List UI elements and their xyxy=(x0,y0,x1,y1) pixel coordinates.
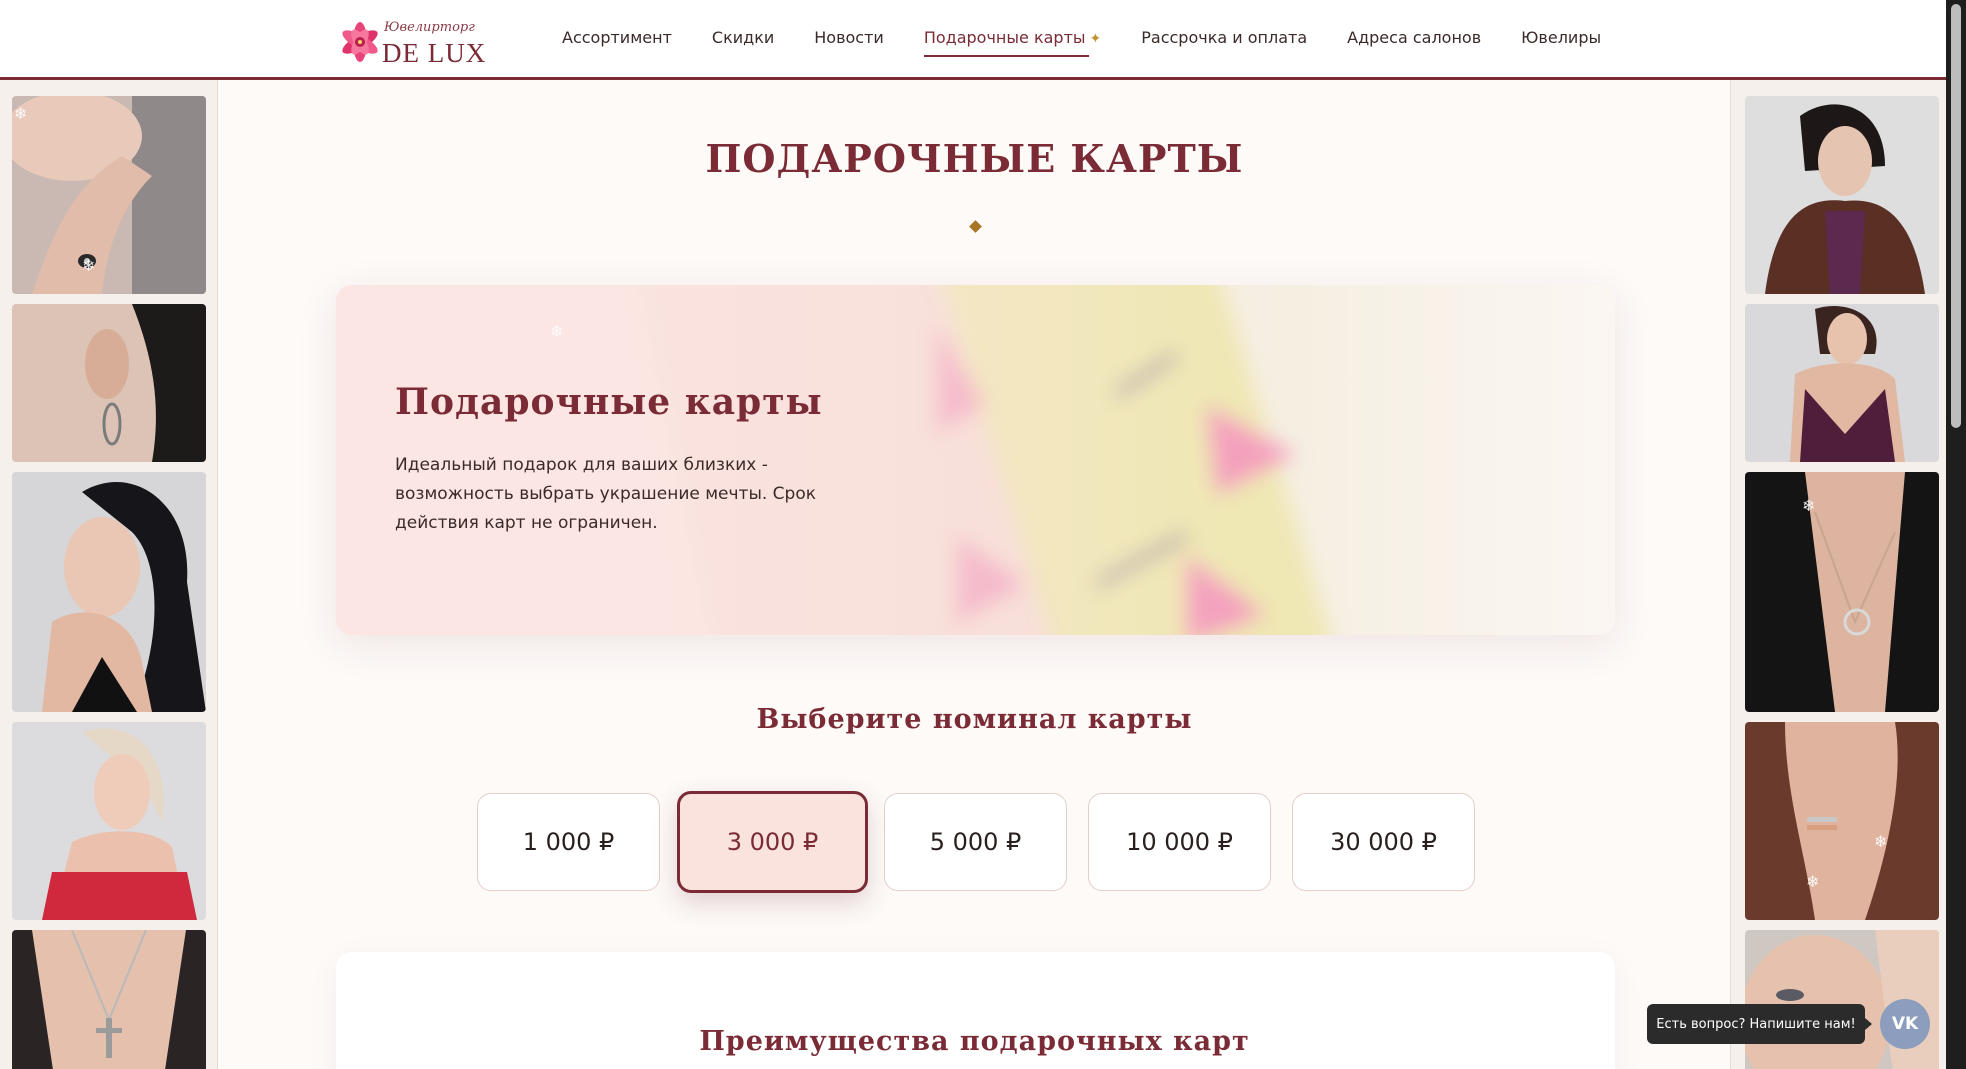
amount-option-3000[interactable]: 3 000 ₽ xyxy=(677,791,868,893)
amount-section-title: Выберите номинал карты xyxy=(756,704,1193,735)
nav-item-gift-cards[interactable]: Подарочные карты ✦ xyxy=(923,28,1102,57)
snowflake-icon: ❄ xyxy=(1874,832,1888,851)
gallery-photo-velvet-dress[interactable] xyxy=(1745,304,1939,462)
title-diamond-ornament xyxy=(969,220,982,233)
page-title: ПОДАРОЧНЫЕ КАРТЫ xyxy=(705,136,1244,181)
chat-tooltip[interactable]: Есть вопрос? Напишите нам! xyxy=(1647,1004,1872,1044)
amount-option-30000[interactable]: 30 000 ₽ xyxy=(1292,793,1475,891)
vk-icon[interactable]: VK xyxy=(1880,999,1930,1049)
gallery-photo-brunette-portrait[interactable] xyxy=(12,472,206,712)
benefits-title: Преимущества подарочных карт xyxy=(699,1026,1250,1057)
site-header: Ювелирторг DE LUX Ассортимент Скидки Нов… xyxy=(0,0,1946,80)
snowflake-icon: ❄ xyxy=(550,322,564,341)
main-nav: Ассортимент Скидки Новости Подарочные ка… xyxy=(562,28,1641,57)
snowflake-icon: ❄ xyxy=(1802,496,1816,515)
gallery-photo-earring[interactable] xyxy=(12,304,206,462)
right-photo-gallery xyxy=(1730,80,1946,1069)
page-scrollbar[interactable] xyxy=(1946,0,1966,1069)
hero-title: Подарочные карты xyxy=(395,381,823,423)
gallery-photo-pendant[interactable] xyxy=(1745,472,1939,712)
nav-item-jewelers[interactable]: Ювелиры xyxy=(1521,28,1601,47)
brand-script: Ювелирторг xyxy=(384,20,475,35)
amount-option-1000[interactable]: 1 000 ₽ xyxy=(477,793,660,891)
brand-logo[interactable]: Ювелирторг DE LUX xyxy=(334,18,487,68)
snowflake-icon: ❄ xyxy=(1806,872,1820,891)
nav-item-discounts[interactable]: Скидки xyxy=(712,28,774,47)
nav-item-installments[interactable]: Рассрочка и оплата xyxy=(1141,28,1307,47)
gallery-photo-red-dress[interactable] xyxy=(12,722,206,920)
main-content: ПОДАРОЧНЫЕ КАРТЫ Подарочные карты Идеаль… xyxy=(219,80,1730,1069)
nav-item-salon-addresses[interactable]: Адреса салонов xyxy=(1347,28,1481,47)
hero-description: Идеальный подарок для ваших близких - во… xyxy=(395,455,817,533)
lily-flower-icon xyxy=(342,22,378,62)
brand-name: DE LUX xyxy=(382,38,487,68)
nav-item-assortment[interactable]: Ассортимент xyxy=(562,28,672,47)
snowflake-icon: ❄ xyxy=(14,104,28,123)
gallery-photo-fur-coat[interactable] xyxy=(1745,96,1939,294)
nav-item-gift-cards-label: Подарочные карты xyxy=(923,28,1086,47)
gallery-photo-rings-hand[interactable] xyxy=(1745,722,1939,920)
amount-option-10000[interactable]: 10 000 ₽ xyxy=(1088,793,1271,891)
amount-selector: 1 000 ₽ 3 000 ₽ 5 000 ₽ 10 000 ₽ 30 000 … xyxy=(477,791,1477,895)
gallery-photo-cross-necklace[interactable] xyxy=(12,930,206,1069)
snowflake-icon: ❄ xyxy=(82,256,96,275)
amount-option-5000[interactable]: 5 000 ₽ xyxy=(884,793,1067,891)
gallery-photo-ring-hand[interactable] xyxy=(12,96,206,294)
scrollbar-thumb[interactable] xyxy=(1951,4,1961,428)
hero-banner: Подарочные карты Идеальный подарок для в… xyxy=(336,285,1615,635)
nav-item-news[interactable]: Новости xyxy=(814,28,884,47)
sparkle-icon: ✦ xyxy=(1089,31,1102,47)
left-photo-gallery xyxy=(0,80,218,1069)
